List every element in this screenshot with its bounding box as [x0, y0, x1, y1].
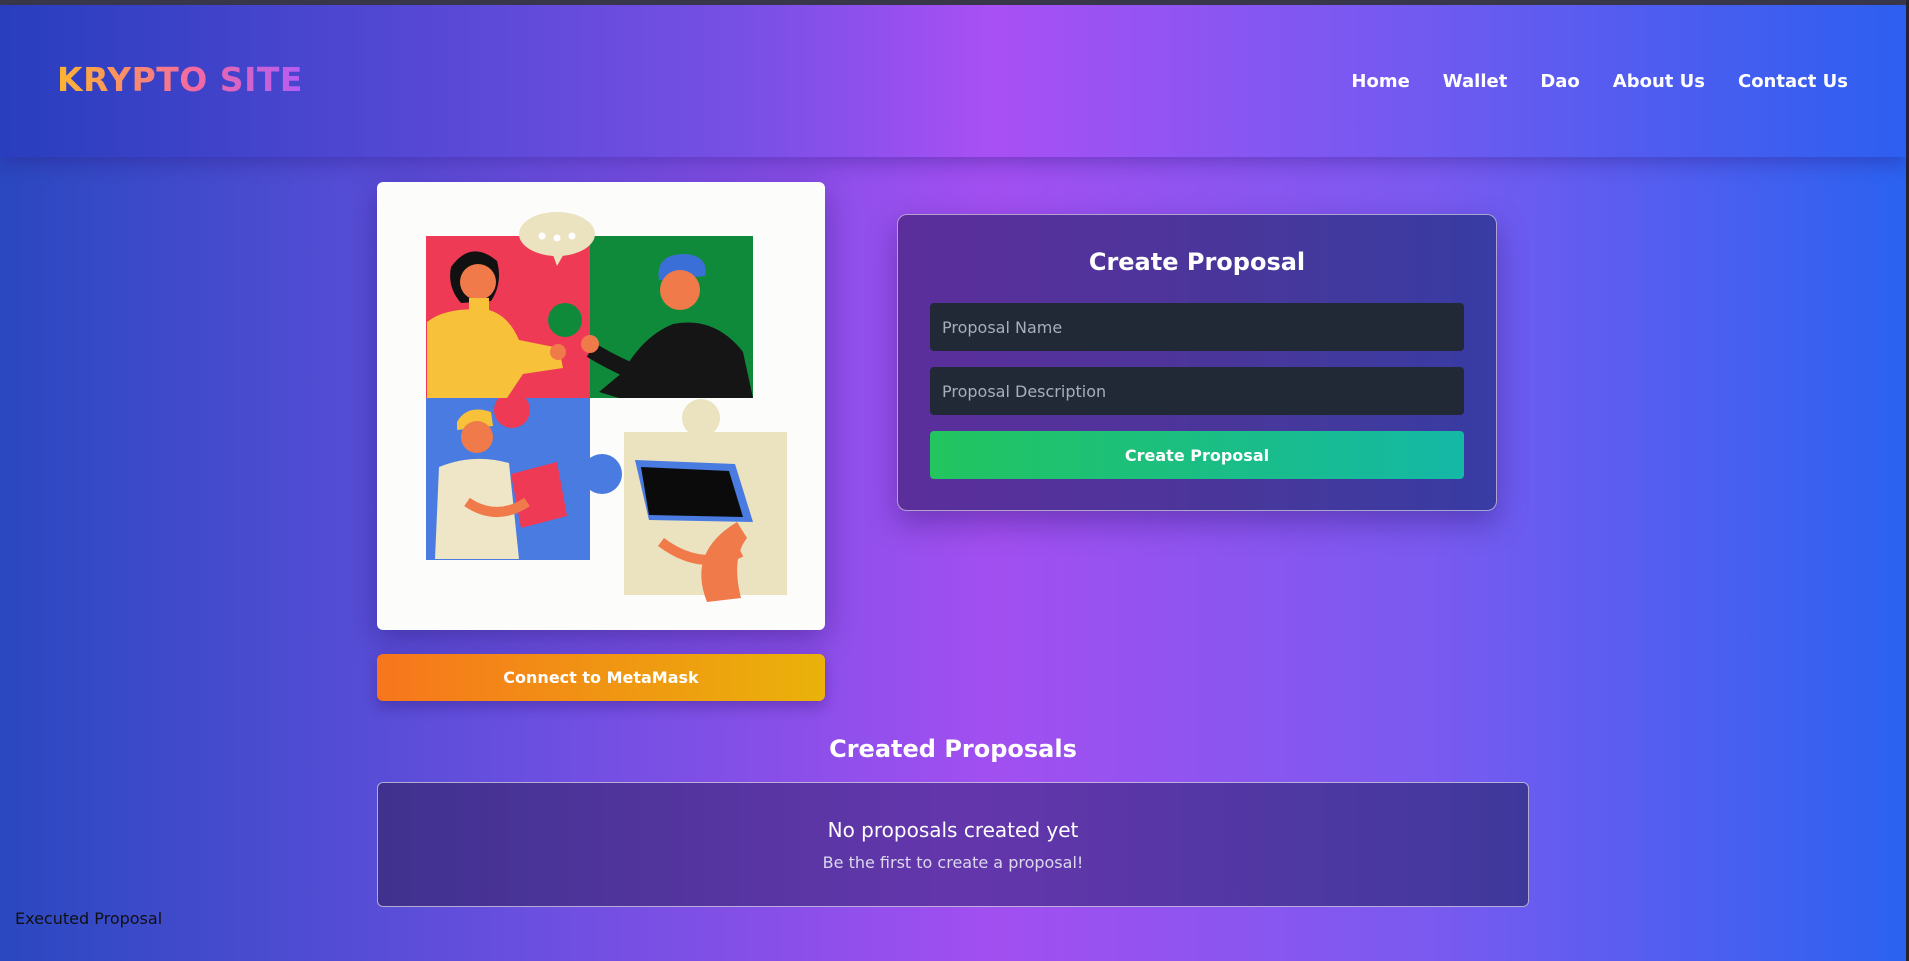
- team-puzzle-illustration: [426, 212, 787, 602]
- connect-metamask-button[interactable]: Connect to MetaMask: [377, 654, 825, 701]
- hero-illustration-card: [377, 182, 825, 630]
- nav-about-us[interactable]: About Us: [1613, 71, 1705, 92]
- create-proposal-button[interactable]: Create Proposal: [930, 431, 1464, 479]
- proposal-description-input[interactable]: [930, 367, 1464, 415]
- empty-state-title: No proposals created yet: [827, 818, 1079, 842]
- nav-wallet[interactable]: Wallet: [1443, 71, 1508, 92]
- empty-state-subtitle: Be the first to create a proposal!: [822, 853, 1084, 872]
- main-nav: Home Wallet Dao About Us Contact Us: [1351, 71, 1848, 92]
- nav-home[interactable]: Home: [1351, 71, 1409, 92]
- site-header: KRYPTO SITE Home Wallet Dao About Us Con…: [0, 5, 1906, 157]
- create-proposal-panel: Create Proposal Create Proposal: [897, 214, 1497, 511]
- proposals-list: No proposals created yet Be the first to…: [377, 782, 1529, 907]
- nav-contact-us[interactable]: Contact Us: [1738, 71, 1848, 92]
- create-proposal-title: Create Proposal: [1088, 248, 1306, 276]
- nav-dao[interactable]: Dao: [1540, 71, 1579, 92]
- created-proposals-heading: Created Proposals: [829, 735, 1077, 763]
- site-logo[interactable]: KRYPTO SITE: [57, 60, 303, 99]
- executed-proposal-label: Executed Proposal: [15, 909, 163, 928]
- proposal-name-input[interactable]: [930, 303, 1464, 351]
